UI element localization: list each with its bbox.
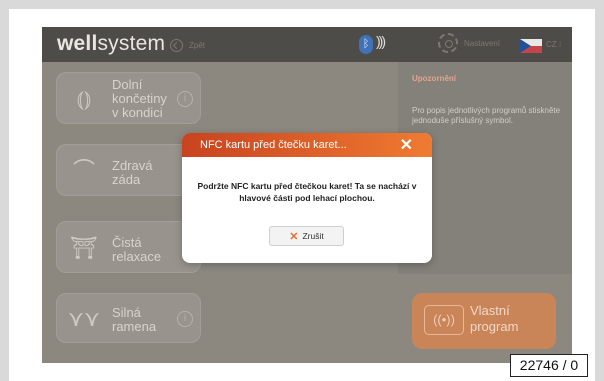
frame-top-border — [0, 0, 604, 9]
settings-label: Nastavení — [464, 38, 501, 48]
back-arrow-icon — [170, 38, 183, 52]
program-card-legs[interactable]: ⦅⦆ Dolní končetiny v kondici i — [56, 72, 201, 124]
frame-right-border — [595, 0, 604, 381]
close-icon[interactable]: ✕ — [400, 135, 413, 155]
shoulders-icon: ⋎⋎ — [67, 306, 101, 331]
frame-left-border — [0, 0, 9, 381]
notice-text: Pro popis jednotlivých programů stisknět… — [412, 106, 561, 125]
info-icon[interactable]: i — [177, 311, 193, 327]
program-label: Čistá relaxace — [112, 235, 162, 264]
document-frame: wellsystem Zpět ᛒ ))) Nastavení CZ ⁝ ⦅⦆ … — [0, 0, 604, 381]
custom-program-icon: ((•)) — [424, 305, 464, 335]
back-icon: ⌒ — [72, 158, 95, 183]
nfc-waves-icon: ))) — [376, 33, 386, 49]
info-icon[interactable]: i — [177, 91, 193, 107]
program-label: Zdravá záda — [112, 158, 153, 187]
dialog-title: NFC kartu před čtečku karet... — [200, 139, 347, 151]
cancel-button[interactable]: ✕ Zrušit — [269, 226, 344, 246]
back-label: Zpět — [189, 40, 206, 50]
program-label: Silná ramena — [112, 305, 157, 334]
relax-icon: ⛩ — [70, 235, 98, 260]
dialog-header: NFC kartu před čtečku karet... ✕ — [182, 133, 432, 157]
bluetooth-icon: ᛒ — [359, 35, 373, 54]
top-bar: wellsystem Zpět ᛒ ))) Nastavení CZ ⁝ — [42, 27, 572, 62]
settings-button[interactable]: Nastavení — [438, 33, 500, 53]
cancel-x-icon: ✕ — [289, 230, 299, 243]
gear-icon — [438, 33, 458, 53]
language-label[interactable]: CZ ⁝ — [546, 40, 561, 49]
back-button[interactable]: Zpět — [170, 36, 205, 54]
czech-flag-icon[interactable] — [520, 39, 542, 53]
program-card-relax[interactable]: ⛩ Čistá relaxace — [56, 221, 201, 273]
legs-icon: ⦅⦆ — [76, 86, 92, 111]
program-card-back[interactable]: ⌒ Zdravá záda — [56, 144, 201, 196]
brand-logo: wellsystem — [57, 32, 166, 55]
custom-program-button[interactable]: ((•)) Vlastní program — [412, 293, 556, 349]
nfc-dialog: NFC kartu před čtečku karet... ✕ Podržte… — [182, 133, 432, 263]
figure-id-badge: 22746 / 0 — [510, 354, 588, 377]
program-card-shoulders[interactable]: ⋎⋎ Silná ramena i — [56, 293, 201, 343]
notice-title: Upozornění — [412, 74, 456, 83]
custom-program-label: Vlastní program — [470, 303, 519, 334]
cancel-label: Zrušit — [302, 231, 324, 241]
program-label: Dolní končetiny v kondici — [112, 77, 167, 120]
dialog-message: Podržte NFC kartu před čtečkou karet! Ta… — [197, 181, 417, 203]
